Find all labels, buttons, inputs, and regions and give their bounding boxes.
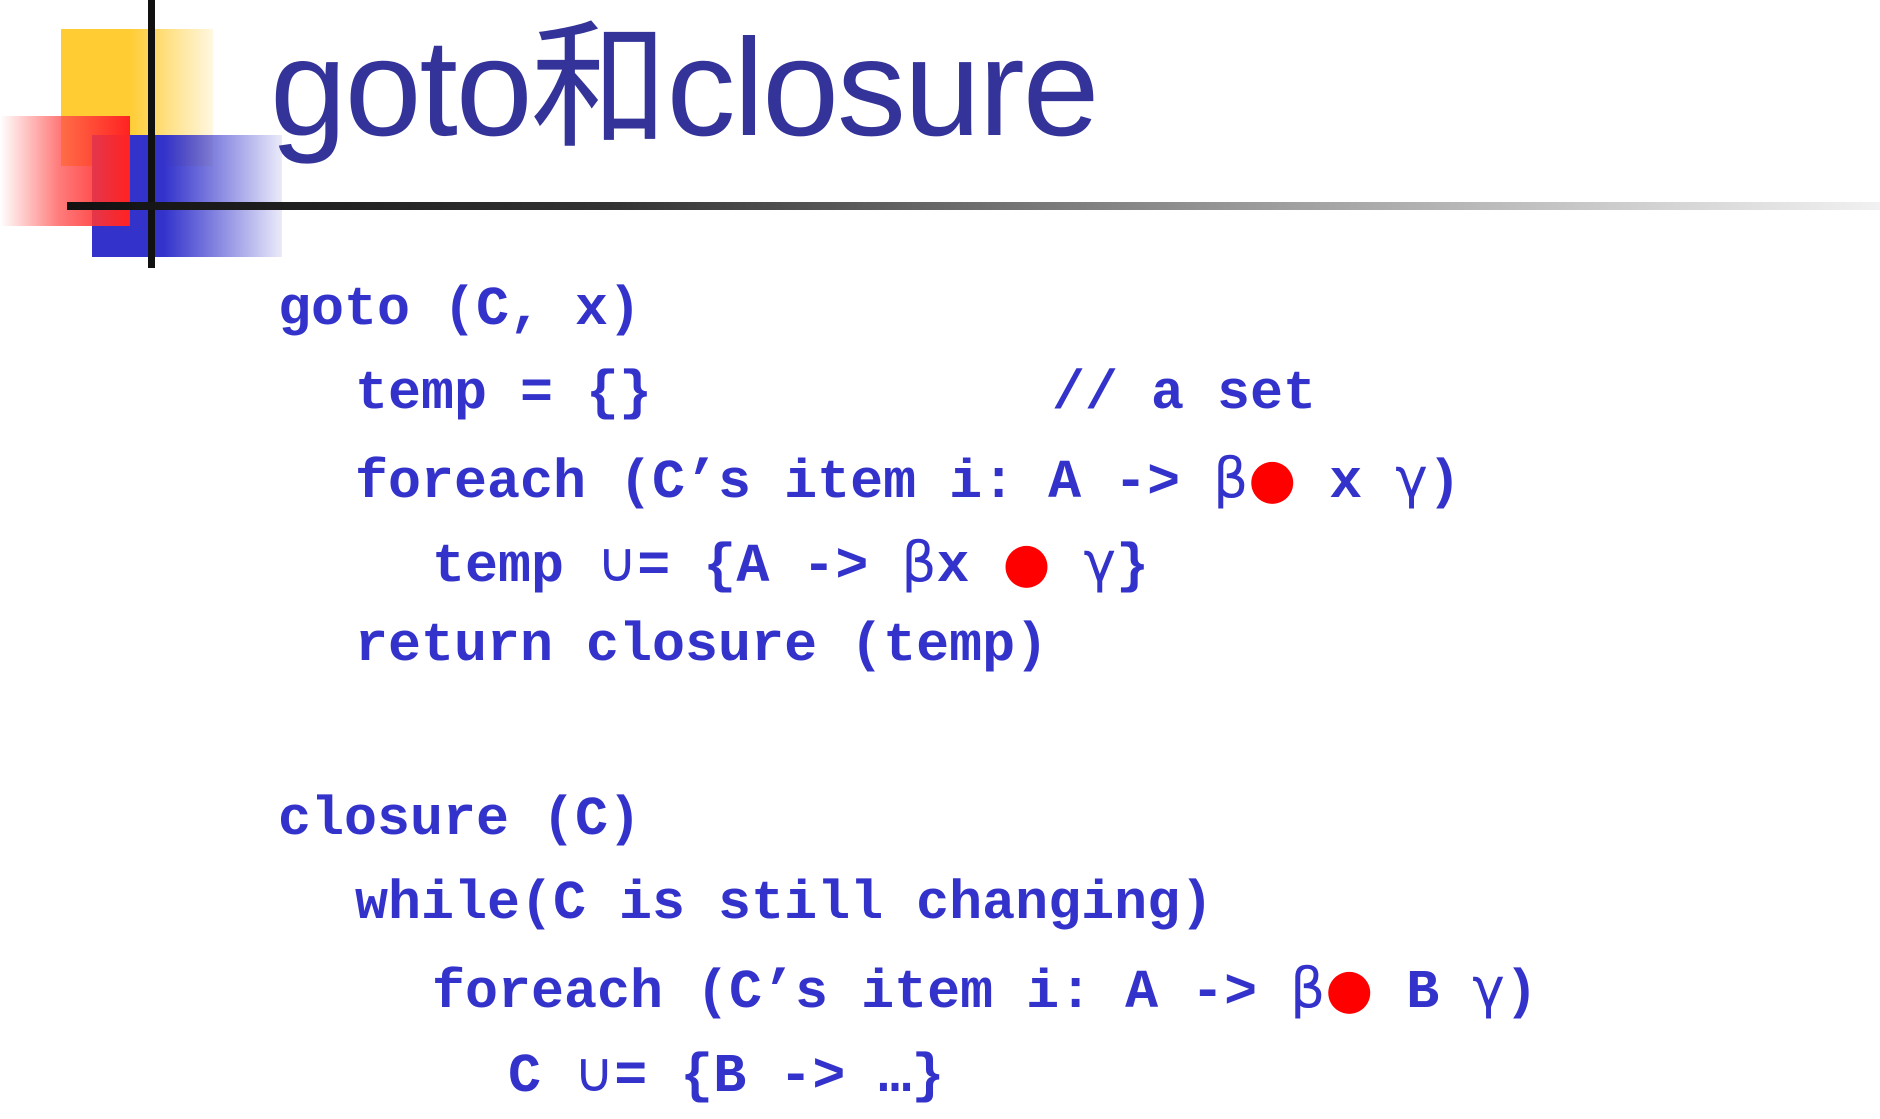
goto-line-2: foreach (C’s item i: A -> β● x γ): [355, 436, 1461, 520]
gamma-symbol: γ: [1083, 530, 1117, 594]
beta-symbol: β: [1213, 446, 1249, 510]
goto-line-3-x: x: [936, 535, 1003, 598]
closure-line-3: C ∪= {B -> …}: [508, 1030, 944, 1114]
goto-line-3-close: }: [1116, 535, 1150, 598]
beta-symbol: β: [901, 530, 937, 594]
goto-line-1-comment: // a set: [1052, 362, 1317, 425]
goto-line-2-text: foreach (C’s item i: A ->: [355, 451, 1214, 514]
goto-line-2-x: x: [1296, 451, 1396, 514]
closure-line-2-close: ): [1504, 961, 1538, 1024]
union-symbol: ∪: [597, 530, 638, 594]
closure-line-1: while(C is still changing): [355, 872, 1214, 935]
closure-line-3-rest: = {B -> …}: [614, 1045, 945, 1108]
closure-line-2-text: foreach (C’s item i: A ->: [432, 961, 1291, 1024]
item-dot: ●: [1325, 956, 1374, 1020]
item-dot: ●: [1002, 530, 1051, 594]
slide-title: goto和closure: [270, 11, 1099, 165]
closure-line-3-text: C: [508, 1045, 575, 1108]
union-symbol: ∪: [574, 1040, 615, 1104]
item-dot: ●: [1248, 446, 1297, 510]
beta-symbol: β: [1290, 956, 1326, 1020]
title-underline: [67, 202, 1880, 210]
goto-line-3-mid: = {A ->: [637, 535, 902, 598]
gamma-symbol: γ: [1472, 956, 1505, 1020]
goto-line-3-space: [1050, 535, 1083, 598]
closure-header: closure (C): [278, 788, 642, 851]
closure-line-2: foreach (C’s item i: A -> β● B γ): [432, 946, 1538, 1030]
goto-line-1-code: temp = {}: [355, 362, 653, 425]
goto-line-4: return closure (temp): [355, 614, 1049, 677]
goto-line-1: temp = {}: [355, 352, 652, 436]
closure-line-2-b: B: [1373, 961, 1473, 1024]
decor-vertical-line: [148, 0, 155, 268]
goto-line-3-text: temp: [432, 535, 598, 598]
goto-line-3: temp ∪= {A -> βx ● γ}: [432, 520, 1149, 604]
goto-line-2-close: ): [1427, 451, 1461, 514]
gamma-symbol: γ: [1395, 446, 1428, 510]
goto-header: goto (C, x): [278, 278, 642, 341]
